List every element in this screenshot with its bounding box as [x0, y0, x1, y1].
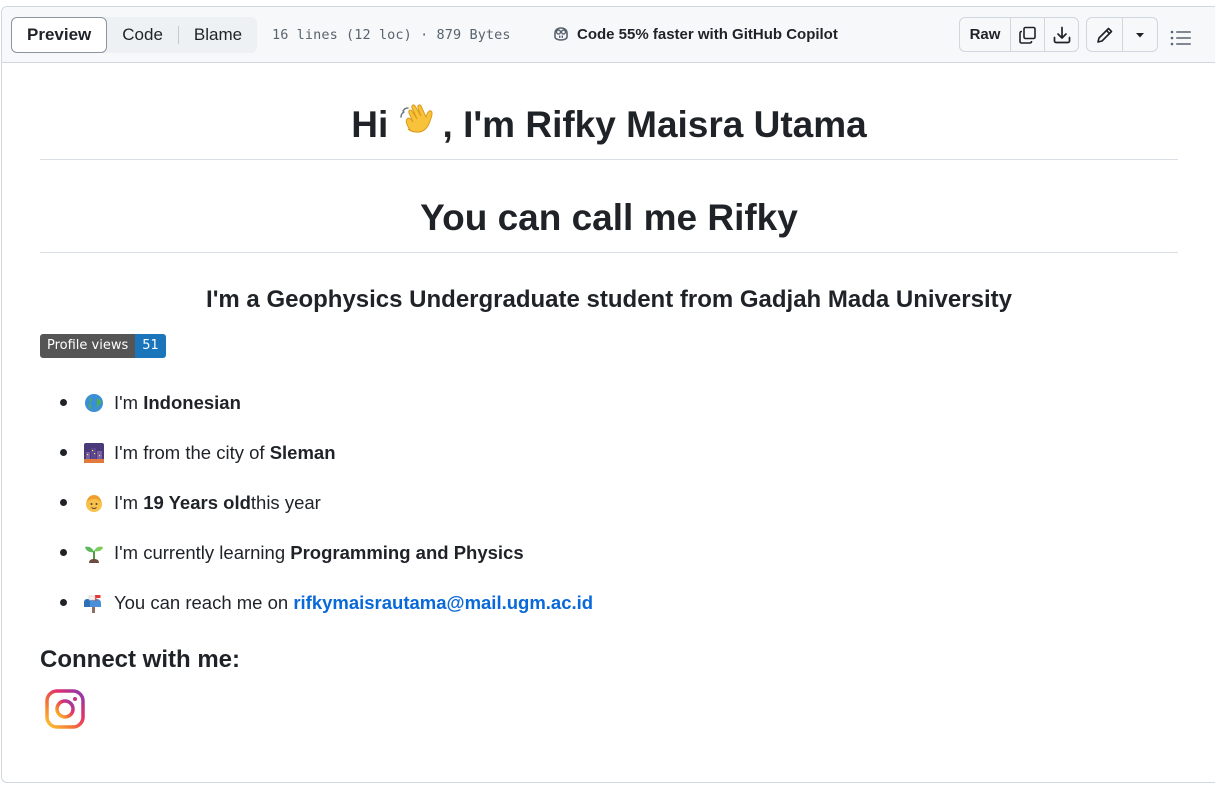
view-mode-switcher: Preview Code Blame: [11, 17, 258, 53]
badge-value: 51: [135, 334, 166, 358]
item-text-bold: Indonesian: [143, 392, 241, 413]
seedling-icon: [85, 546, 103, 563]
item-text-bold: Programming and Physics: [290, 542, 524, 563]
globe-icon: [85, 394, 103, 412]
list-item: I'm Indonesian: [60, 378, 1178, 428]
file-toolbar: Preview Code Blame 16 lines (12 loc) · 8…: [2, 7, 1215, 63]
item-text-pre: You can reach me on: [114, 592, 289, 613]
download-raw-button[interactable]: [1044, 18, 1078, 51]
item-text-bold: 19 Years old: [143, 492, 251, 513]
readme-title: Hi , I'm Rifky Maisra Utama: [40, 58, 1178, 160]
edit-options-dropdown[interactable]: [1122, 18, 1157, 51]
pencil-icon: [1096, 27, 1112, 43]
copilot-icon: [554, 27, 568, 41]
item-text-pre: I'm currently learning: [114, 542, 286, 563]
profile-views-badge: Profile views 51: [40, 334, 166, 358]
raw-button[interactable]: Raw: [960, 18, 1010, 51]
item-text-post: this year: [250, 492, 321, 513]
waving-hand-icon: [399, 104, 433, 133]
chevron-down-icon: [1136, 32, 1144, 37]
tab-blame[interactable]: Blame: [179, 17, 257, 53]
instagram-icon[interactable]: [44, 688, 86, 730]
tab-code[interactable]: Code: [107, 17, 178, 53]
list-icon[interactable]: [1170, 30, 1192, 46]
item-text-pre: I'm: [114, 492, 139, 513]
item-text-pre: I'm: [114, 392, 139, 413]
item-text-bold: Sleman: [269, 442, 336, 463]
copilot-promo-text: Code 55% faster with GitHub Copilot: [577, 25, 838, 43]
raw-actions-group: Raw: [959, 17, 1079, 52]
copy-icon: [1018, 26, 1036, 44]
list-item: I'm 19 Years old this year: [60, 478, 1178, 528]
readme-content: Hi , I'm Rifky Maisra Utama You can call…: [40, 58, 1178, 730]
copy-raw-button[interactable]: [1010, 18, 1044, 51]
tab-preview[interactable]: Preview: [11, 17, 108, 53]
list-item: I'm currently learning Programming and P…: [60, 528, 1178, 578]
title-greeting: Hi: [351, 104, 389, 145]
copilot-promo-link[interactable]: Code 55% faster with GitHub Copilot: [551, 24, 838, 44]
item-text-pre: I'm from the city of: [114, 442, 265, 463]
edit-file-button[interactable]: [1087, 18, 1122, 51]
connect-heading: Connect with me:: [40, 646, 241, 673]
city-icon: [84, 443, 104, 463]
file-info: 16 lines (12 loc) · 879 Bytes: [272, 27, 511, 43]
edit-actions-group: [1086, 17, 1158, 52]
title-name: , I'm Rifky Maisra Utama: [442, 104, 867, 145]
about-list: I'm Indonesian I'm from the city of Slem…: [40, 378, 1178, 628]
email-link[interactable]: rifkymaisrautama@mail.ugm.ac.id: [293, 592, 593, 614]
readme-tagline: I'm a Geophysics Undergraduate student f…: [206, 286, 1012, 313]
badge-label: Profile views: [40, 334, 136, 358]
list-item: You can reach me on rifkymaisrautama@mai…: [60, 578, 1178, 628]
list-item: I'm from the city of Sleman: [60, 428, 1178, 478]
child-icon: [86, 495, 102, 512]
download-icon: [1053, 26, 1070, 43]
mailbox-icon: [84, 595, 101, 613]
readme-subtitle: You can call me Rifky: [40, 160, 1178, 253]
